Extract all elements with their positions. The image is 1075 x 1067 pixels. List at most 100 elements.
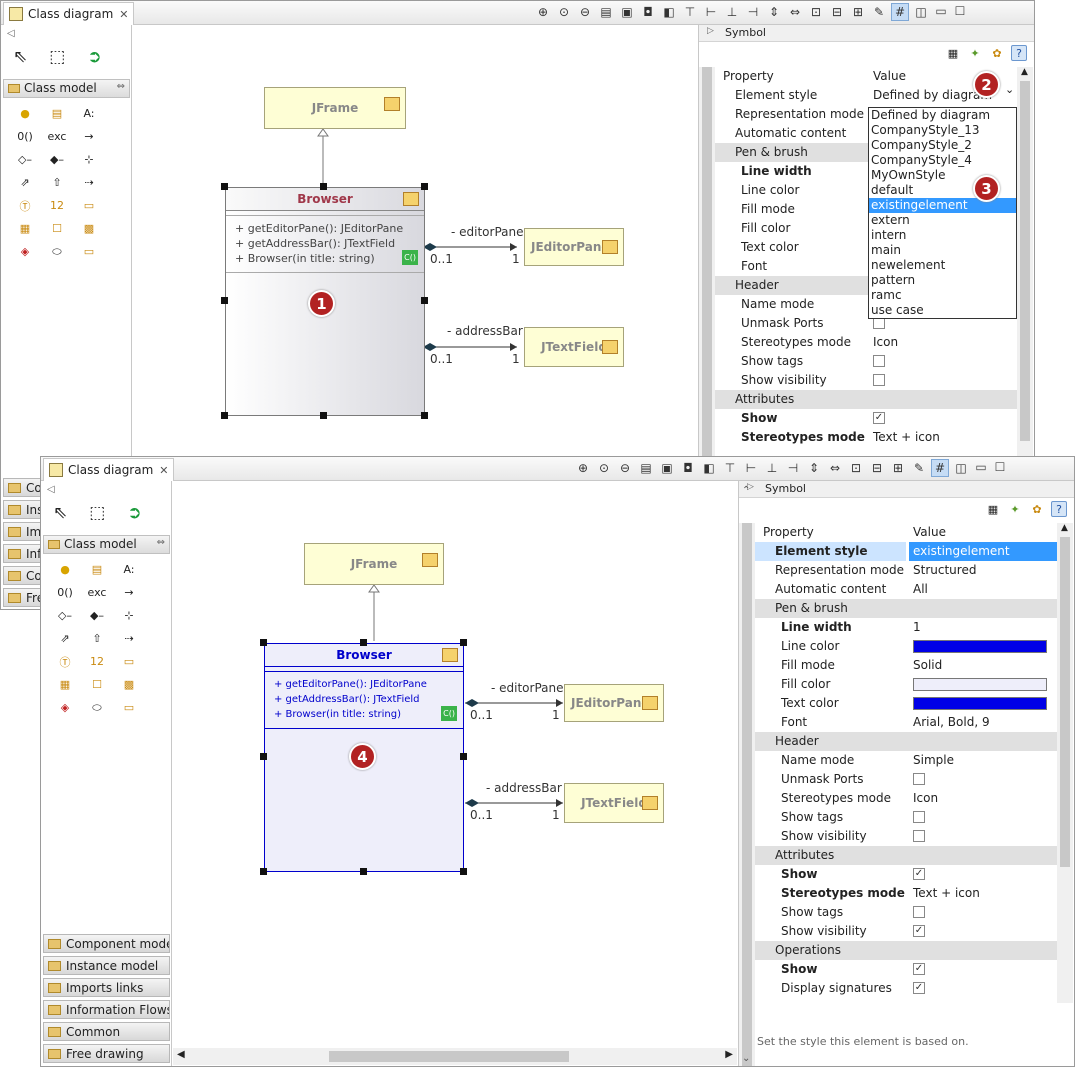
zoom-in-icon[interactable]: ⊕: [574, 459, 592, 477]
package-tool-icon[interactable]: ▭: [73, 240, 105, 263]
property-value[interactable]: existingelement: [909, 542, 1057, 561]
same-size-icon[interactable]: ⊡: [807, 3, 825, 21]
align-right-icon[interactable]: ⊣: [784, 459, 802, 477]
style-brush-icon[interactable]: ✎: [870, 3, 888, 21]
add-style-icon[interactable]: ✦: [1007, 501, 1023, 517]
property-row[interactable]: Pen & brush: [755, 599, 1057, 618]
grid-icon[interactable]: #: [891, 3, 909, 21]
tab-class-diagram[interactable]: Class diagram ✕: [43, 458, 174, 481]
realization-tool-icon[interactable]: ⇗: [49, 627, 81, 650]
resize-handle[interactable]: [360, 639, 367, 646]
property-row[interactable]: Attributes: [715, 390, 1017, 409]
operation-item[interactable]: + getEditorPane(): JEditorPane: [235, 221, 424, 236]
palette-collapse-icon[interactable]: ◁: [7, 28, 15, 39]
resize-handle[interactable]: [360, 868, 367, 875]
signal-tool-icon[interactable]: ▩: [73, 217, 105, 240]
connect-tool-icon[interactable]: ➲: [127, 503, 141, 523]
resize-handle[interactable]: [260, 753, 267, 760]
property-row[interactable]: Element style existingelement: [755, 542, 1057, 561]
chevron-up-icon[interactable]: ⌃: [742, 485, 750, 496]
datatype-tool-icon[interactable]: ▦: [9, 217, 41, 240]
help-icon[interactable]: ?: [1011, 45, 1027, 61]
usage-tool-icon[interactable]: ⇢: [113, 627, 145, 650]
align-left-icon[interactable]: ⊢: [702, 3, 720, 21]
property-row[interactable]: Unmask Ports: [755, 770, 1057, 789]
align-bottom-icon[interactable]: ⊥: [763, 459, 781, 477]
resize-handle[interactable]: [320, 412, 327, 419]
screenshot-icon[interactable]: ◘: [679, 459, 697, 477]
operation-tool-icon[interactable]: 0(): [9, 125, 41, 148]
interface-tool-icon[interactable]: ◈: [49, 696, 81, 719]
property-row[interactable]: Fill mode Solid: [755, 656, 1057, 675]
exception-tool-icon[interactable]: exc: [81, 581, 113, 604]
attribute-tool-icon[interactable]: A:: [73, 102, 105, 125]
close-icon[interactable]: ✕: [159, 464, 168, 477]
dependency-tool-icon[interactable]: →: [113, 581, 145, 604]
property-row[interactable]: Show visibility ✓: [755, 922, 1057, 941]
resize-handle[interactable]: [221, 412, 228, 419]
property-value[interactable]: Simple: [909, 751, 1057, 770]
layout-icon[interactable]: ◫: [912, 3, 930, 21]
align-top-icon[interactable]: ⊤: [721, 459, 739, 477]
property-value[interactable]: Structured: [909, 561, 1057, 580]
class-jtextfield[interactable]: JTextField: [564, 783, 664, 823]
element-style-dropdown[interactable]: Defined by diagram CompanyStyle_13 Company…: [868, 107, 1017, 319]
operation-item[interactable]: + getEditorPane(): JEditorPane: [274, 677, 463, 692]
resize-handle[interactable]: [421, 412, 428, 419]
table-tool-icon[interactable]: ▤: [81, 558, 113, 581]
scroll-left-icon[interactable]: ◀: [177, 1049, 185, 1060]
property-row[interactable]: Name mode Simple: [755, 751, 1057, 770]
class-jeditorpane[interactable]: JEditorPane: [564, 684, 664, 722]
property-row[interactable]: Show visibility: [715, 371, 1017, 390]
property-row[interactable]: Header: [755, 732, 1057, 751]
property-row[interactable]: Stereotypes mode Text + icon: [755, 884, 1057, 903]
enum-tool-icon[interactable]: ☐: [41, 217, 73, 240]
property-row[interactable]: Element style Defined by diagram: [715, 86, 1017, 105]
resize-handle[interactable]: [260, 639, 267, 646]
property-checkbox[interactable]: [873, 374, 885, 386]
dropdown-option[interactable]: CompanyStyle_2: [869, 138, 1016, 153]
diagram-canvas[interactable]: JFrame Browser + getEditorPane(): JEdito…: [173, 481, 737, 1049]
property-row[interactable]: Automatic content All: [755, 580, 1057, 599]
property-row[interactable]: Fill color: [755, 675, 1057, 694]
generalization-tool-icon[interactable]: ⇧: [81, 627, 113, 650]
chevron-down-icon[interactable]: ⌄: [1005, 83, 1014, 96]
align-top-icon[interactable]: ⊤: [681, 3, 699, 21]
resize-handle[interactable]: [460, 639, 467, 646]
property-row[interactable]: Line color: [755, 637, 1057, 656]
dropdown-option[interactable]: pattern: [869, 273, 1016, 288]
property-checkbox[interactable]: [913, 830, 925, 842]
property-row[interactable]: Display signatures ✓: [755, 979, 1057, 998]
operation-tool-icon[interactable]: 0(): [49, 581, 81, 604]
property-checkbox[interactable]: ✓: [873, 412, 885, 424]
color-swatch[interactable]: [913, 678, 1047, 691]
distribute-v-icon[interactable]: ⇕: [765, 3, 783, 21]
zoom-in-icon[interactable]: ⊕: [534, 3, 552, 21]
property-row[interactable]: Text color: [755, 694, 1057, 713]
resize-handle[interactable]: [221, 297, 228, 304]
operation-item[interactable]: + Browser(in title: string) C(): [274, 706, 463, 722]
marquee-tool-icon[interactable]: ⬚: [49, 47, 65, 67]
same-width-icon[interactable]: ⊞: [889, 459, 907, 477]
property-value[interactable]: Icon: [909, 789, 1057, 808]
dropdown-option[interactable]: use case: [869, 303, 1016, 318]
number-tool-icon[interactable]: 12: [81, 650, 113, 673]
dropdown-option[interactable]: intern: [869, 228, 1016, 243]
resize-handle[interactable]: [260, 868, 267, 875]
property-row[interactable]: Show ✓: [755, 960, 1057, 979]
reset-style-icon[interactable]: ▦: [985, 501, 1001, 517]
composition-tool-icon[interactable]: ◆–: [81, 604, 113, 627]
same-size-icon[interactable]: ⊡: [847, 459, 865, 477]
property-row[interactable]: Operations: [755, 941, 1057, 960]
interface-tool-icon[interactable]: ◈: [9, 240, 41, 263]
same-width-icon[interactable]: ⊞: [849, 3, 867, 21]
maximize-icon[interactable]: ☐: [992, 459, 1008, 475]
property-row[interactable]: Stereotypes mode Icon: [715, 333, 1017, 352]
distribute-v-icon[interactable]: ⇕: [805, 459, 823, 477]
usage-tool-icon[interactable]: ⇢: [73, 171, 105, 194]
marquee-tool-icon[interactable]: ⬚: [89, 503, 105, 523]
property-checkbox[interactable]: ✓: [913, 868, 925, 880]
print-icon[interactable]: ▤: [637, 459, 655, 477]
zoom-out-icon[interactable]: ⊖: [616, 459, 634, 477]
canvas-horizontal-scrollbar[interactable]: ◀ ▶: [173, 1048, 737, 1065]
